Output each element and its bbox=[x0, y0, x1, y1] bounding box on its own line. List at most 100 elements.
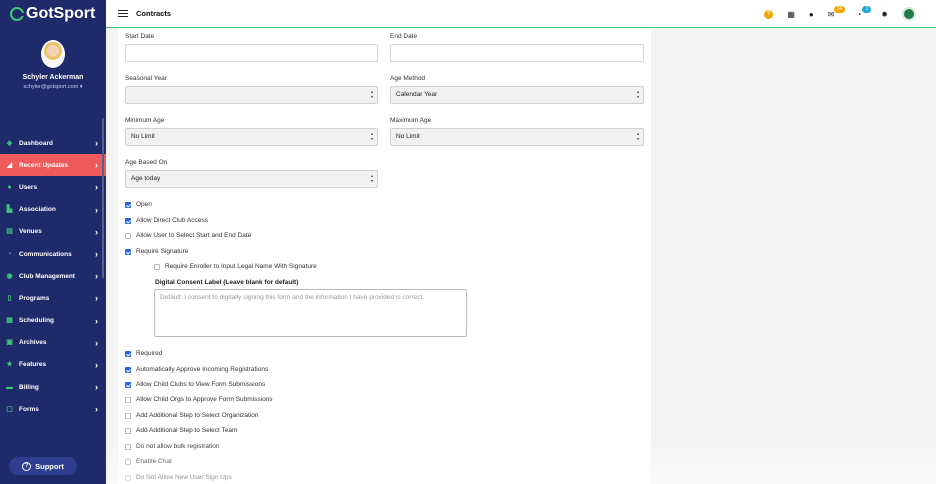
sidebar-item-features[interactable]: ★ Features › bbox=[0, 354, 106, 376]
digital-consent-textarea[interactable]: Default: I consent to digitally signing … bbox=[154, 289, 467, 337]
chat-icon: ◔ bbox=[7, 250, 12, 258]
hamburger-menu-icon[interactable] bbox=[118, 10, 128, 17]
checkbox-require-legal-name[interactable]: Require Enroller to Input Legal Name Wit… bbox=[154, 263, 317, 270]
checkbox-allow-user-select-dates[interactable]: Allow User to Select Start and End Date bbox=[125, 232, 251, 239]
sidebar-item-label: Users bbox=[19, 183, 38, 191]
mail-count-badge: 24 bbox=[833, 5, 846, 13]
sidebar-item-venues[interactable]: ▤ Venues › bbox=[0, 221, 106, 243]
sidebar-item-label: Programs bbox=[19, 294, 50, 302]
seasonal-year-select[interactable] bbox=[125, 86, 378, 104]
chevron-right-icon: › bbox=[95, 293, 98, 304]
seasonal-year-label: Seasonal Year bbox=[125, 75, 167, 82]
avatar[interactable] bbox=[41, 40, 65, 68]
checkbox-allow-direct-club-access[interactable]: Allow Direct Club Access bbox=[125, 217, 208, 224]
help-icon[interactable]: ? bbox=[764, 9, 774, 19]
checkbox[interactable] bbox=[154, 263, 160, 270]
chat-icon[interactable]: ◔ 1 bbox=[856, 5, 872, 19]
checkbox-label: Require Enroller to Input Legal Name Wit… bbox=[165, 263, 317, 270]
checkbox-auto-approve[interactable]: Automatically Approve Incoming Registrat… bbox=[125, 366, 268, 373]
sidebar-scrollbar[interactable] bbox=[102, 118, 104, 278]
chevron-right-icon: › bbox=[95, 160, 98, 171]
sidebar-item-recent-updates[interactable]: ◢ Recent Updates › bbox=[0, 154, 106, 177]
checkbox-label: Open bbox=[136, 201, 152, 208]
organization-logo[interactable] bbox=[902, 7, 916, 21]
checkbox[interactable] bbox=[125, 427, 131, 434]
checkbox-label: Allow Direct Club Access bbox=[136, 217, 208, 224]
mail-icon[interactable]: ✉ 24 bbox=[828, 5, 846, 19]
logo-mark-icon bbox=[10, 7, 25, 21]
start-date-label: Start Date bbox=[125, 33, 155, 40]
support-button[interactable]: ? Support bbox=[9, 457, 77, 475]
sidebar-nav: ◈ Dashboard › ◢ Recent Updates › ● Users › ▙ As… bbox=[0, 132, 106, 420]
sidebar-item-programs[interactable]: ▯ Programs › bbox=[0, 287, 106, 309]
checkbox[interactable] bbox=[125, 248, 131, 255]
checkbox-step-select-organization[interactable]: Add Additional Step to Select Organizati… bbox=[125, 412, 259, 419]
checkbox[interactable] bbox=[125, 366, 131, 373]
sidebar-item-label: Communications bbox=[19, 250, 72, 258]
form-icon: ▢ bbox=[6, 405, 13, 413]
sidebar-item-label: Dashboard bbox=[19, 139, 53, 147]
support-label: Support bbox=[35, 461, 64, 471]
checkbox[interactable] bbox=[125, 217, 131, 224]
grid-icon[interactable]: ▦ bbox=[787, 10, 795, 19]
checkbox[interactable] bbox=[125, 381, 131, 388]
maximum-age-select[interactable]: No Limit bbox=[390, 128, 644, 146]
checkbox[interactable] bbox=[125, 412, 131, 419]
checkbox-child-clubs-view[interactable]: Allow Child Clubs to View Form Submissio… bbox=[125, 381, 265, 388]
chevron-right-icon: › bbox=[95, 315, 98, 326]
sidebar-item-archives[interactable]: ▣ Archives › bbox=[0, 332, 106, 354]
checkbox[interactable] bbox=[125, 201, 131, 208]
checkbox-no-new-user-signups[interactable]: Do Not Allow New User Sign Ups bbox=[125, 474, 232, 481]
checkbox-step-select-team[interactable]: Add Additional Step to Select Team bbox=[125, 427, 237, 434]
chevron-right-icon: › bbox=[95, 226, 98, 237]
checkbox[interactable] bbox=[125, 350, 131, 357]
chevron-right-icon: › bbox=[95, 204, 98, 215]
gear-icon[interactable]: ✹ bbox=[881, 10, 888, 19]
checkbox[interactable] bbox=[125, 232, 131, 239]
top-bar-icons: ? ▦ ● ✉ 24 ◔ 1 ✹ bbox=[750, 5, 916, 22]
minimum-age-label: Minimum Age bbox=[125, 117, 165, 124]
minimum-age-select[interactable]: No Limit bbox=[125, 128, 378, 146]
sidebar-item-label: Venues bbox=[19, 228, 42, 236]
chevron-right-icon: › bbox=[95, 248, 98, 259]
user-icon[interactable]: ● bbox=[809, 10, 814, 19]
top-bar: Contracts ? ▦ ● ✉ 24 ◔ 1 ✹ bbox=[106, 0, 936, 28]
checkbox-open[interactable]: Open bbox=[125, 201, 152, 208]
archive-icon: ▣ bbox=[6, 339, 13, 347]
sidebar-item-club-management[interactable]: ◉ Club Management › bbox=[0, 265, 106, 287]
checkbox-require-signature[interactable]: Require Signature bbox=[125, 248, 188, 255]
checkbox-label: Allow Child Clubs to View Form Submissio… bbox=[136, 381, 266, 388]
end-date-label: End Date bbox=[390, 33, 418, 40]
sidebar-item-label: Scheduling bbox=[19, 317, 55, 325]
sidebar-item-forms[interactable]: ▢ Forms › bbox=[0, 398, 106, 420]
sidebar-item-dashboard[interactable]: ◈ Dashboard › bbox=[0, 132, 106, 154]
checkbox[interactable] bbox=[125, 443, 131, 450]
contract-form: Start Date End Date Seasonal Year Age Me… bbox=[118, 29, 651, 484]
age-based-on-select[interactable]: Age today bbox=[125, 170, 378, 188]
star-icon: ★ bbox=[6, 361, 13, 369]
gotsport-logo[interactable]: GotSport bbox=[0, 0, 106, 28]
maximum-age-label: Maximum Age bbox=[390, 117, 432, 124]
sidebar-item-billing[interactable]: ▬ Billing › bbox=[0, 376, 106, 398]
checkbox-required[interactable]: Required bbox=[125, 350, 162, 357]
checkbox-enable-chat[interactable]: Enable Chat bbox=[125, 458, 172, 465]
checkbox[interactable] bbox=[125, 396, 131, 403]
checkbox[interactable] bbox=[125, 458, 131, 465]
user-name: Schyler Ackerman bbox=[22, 74, 84, 81]
end-date-input[interactable] bbox=[390, 44, 644, 62]
checkbox[interactable] bbox=[125, 474, 131, 481]
sidebar-item-users[interactable]: ● Users › bbox=[0, 176, 106, 198]
sidebar-item-label: Forms bbox=[19, 405, 39, 413]
checkbox-no-bulk-registration[interactable]: Do not allow bulk registration bbox=[125, 443, 219, 450]
sidebar-item-label: Features bbox=[19, 361, 47, 369]
sidebar-item-association[interactable]: ▙ Association › bbox=[0, 199, 106, 221]
sidebar-item-scheduling[interactable]: ▦ Scheduling › bbox=[0, 310, 106, 332]
checkbox-label: Do not allow bulk registration bbox=[136, 443, 220, 450]
checkbox-child-orgs-approve[interactable]: Allow Child Orgs to Approve Form Submiss… bbox=[125, 396, 273, 403]
chevron-right-icon: › bbox=[95, 337, 98, 348]
start-date-input[interactable] bbox=[125, 44, 378, 62]
user-email-dropdown[interactable]: schyler@gotsport.com ▾ bbox=[0, 84, 106, 90]
sidebar-item-communications[interactable]: ◔ Communications › bbox=[0, 243, 106, 265]
age-method-select[interactable]: Calendar Year bbox=[390, 86, 644, 104]
page-title: Contracts bbox=[136, 9, 172, 18]
